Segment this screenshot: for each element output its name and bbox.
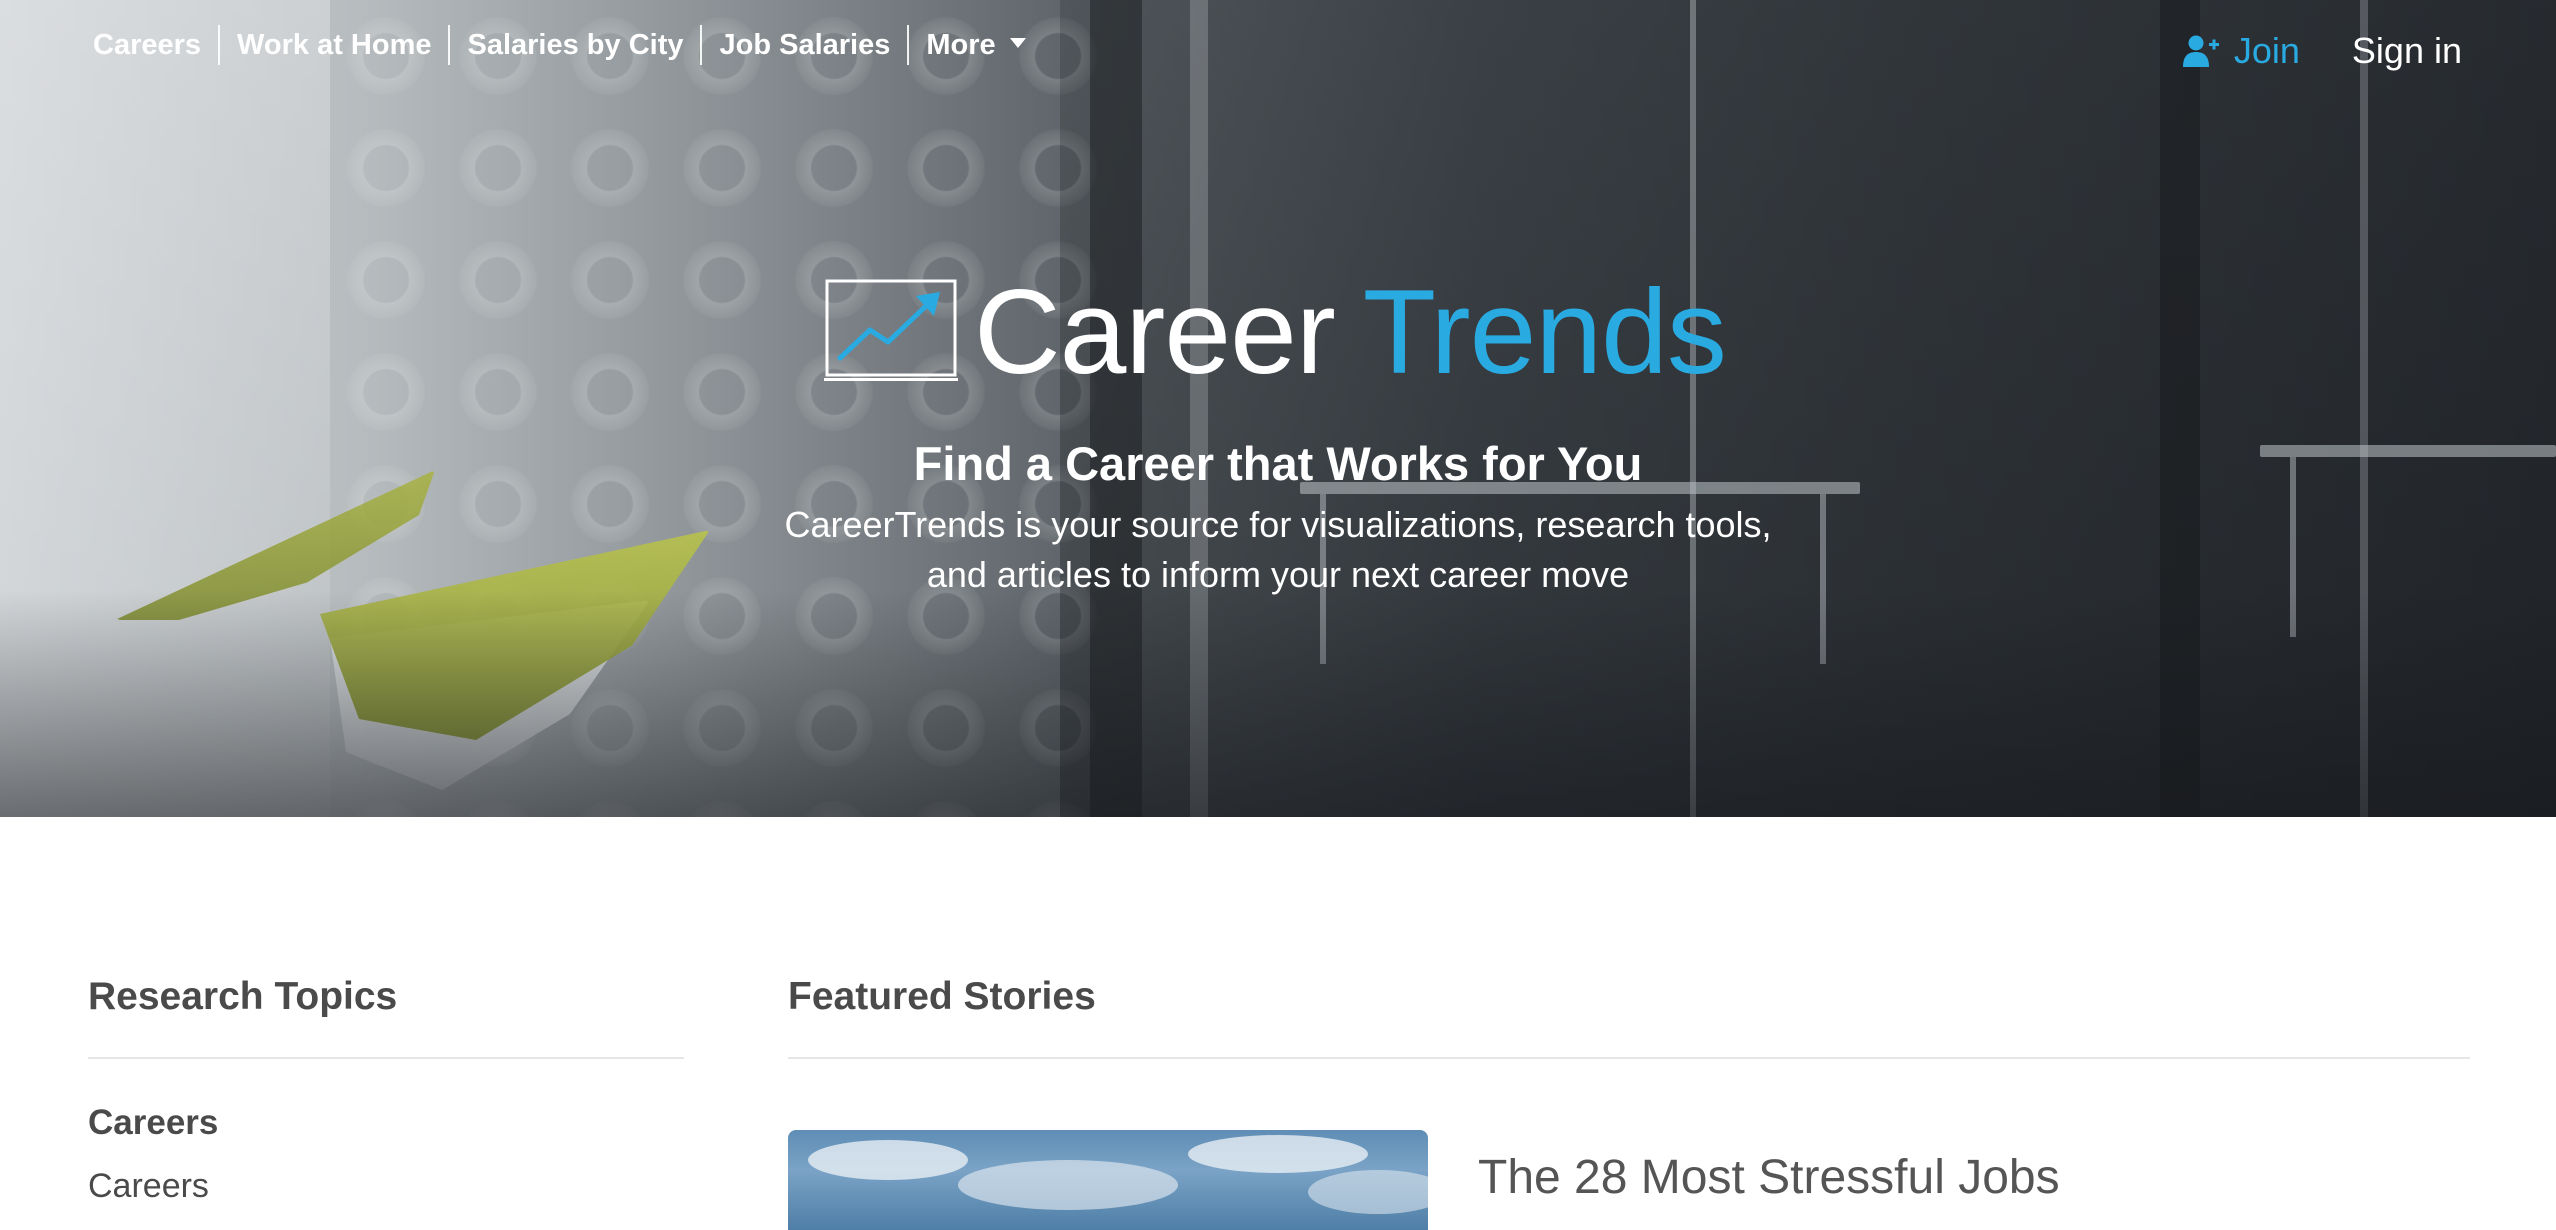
logo-word-career: Career: [974, 265, 1336, 399]
topic-link-careers[interactable]: Careers: [88, 1167, 209, 1206]
cloud-shape: [1188, 1135, 1368, 1173]
nav-item-careers[interactable]: Careers: [76, 25, 218, 65]
signin-link[interactable]: Sign in: [2352, 30, 2462, 72]
cloud-shape: [808, 1140, 968, 1180]
nav-item-salaries-by-city[interactable]: Salaries by City: [450, 25, 700, 65]
trend-chart-icon: [824, 279, 958, 381]
logo-word-trends: Trends: [1362, 265, 1727, 399]
hero-floor-shade: [0, 590, 2556, 817]
nav-item-work-at-home[interactable]: Work at Home: [220, 25, 448, 65]
nav-item-job-salaries[interactable]: Job Salaries: [702, 25, 907, 65]
topic-group-title: Careers: [88, 1103, 219, 1142]
top-nav: Careers Work at Home Salaries by City Jo…: [76, 22, 1043, 68]
caret-down-icon: [1009, 38, 1026, 49]
nav-item-more[interactable]: More: [909, 25, 1042, 65]
hero-subtitle-line1: CareerTrends is your source for visualiz…: [784, 504, 1772, 545]
join-button[interactable]: Join: [2182, 30, 2300, 72]
story-thumbnail[interactable]: [788, 1130, 1428, 1230]
join-label: Join: [2233, 30, 2300, 71]
site-logo[interactable]: Career Trends: [824, 265, 1727, 399]
divider: [88, 1057, 684, 1059]
hero-title: Find a Career that Works for You: [913, 437, 1643, 490]
featured-stories-heading: Featured Stories: [788, 975, 1096, 1018]
research-topics-heading: Research Topics: [88, 975, 398, 1018]
cloud-shape: [1308, 1170, 1428, 1214]
hero-subtitle-line2: and articles to inform your next career …: [926, 554, 1630, 595]
cloud-shape: [958, 1160, 1178, 1210]
story-title-link[interactable]: The 28 Most Stressful Jobs: [1478, 1150, 2060, 1205]
nav-more-label: More: [926, 29, 996, 61]
hero-banner: Careers Work at Home Salaries by City Jo…: [0, 0, 2556, 817]
add-user-icon: [2182, 35, 2219, 67]
divider: [788, 1057, 2470, 1059]
account-nav: Join Sign in: [2182, 30, 2462, 72]
